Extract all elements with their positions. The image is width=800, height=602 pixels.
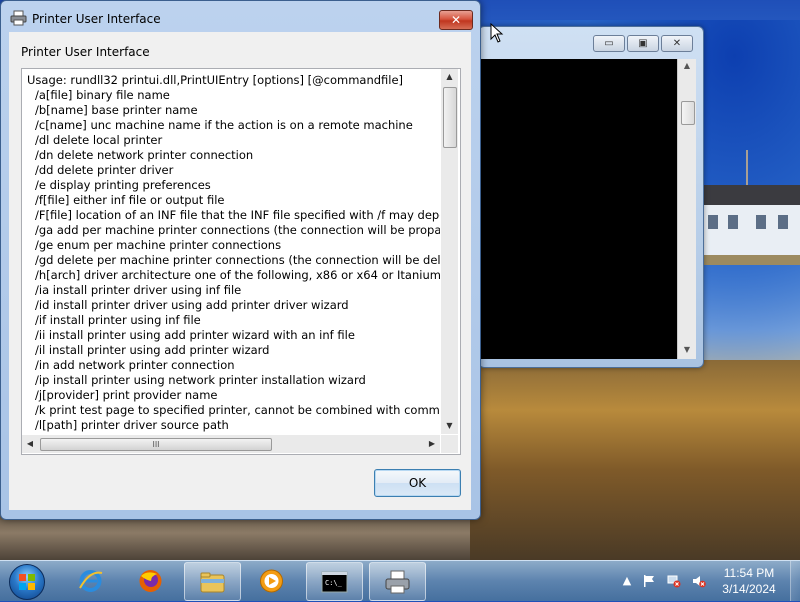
taskbar-clock[interactable]: 11:54 PM 3/14/2024 [707, 565, 791, 597]
dialog-title: Printer User Interface [32, 12, 161, 26]
usage-option-line: /a[file] binary file name [35, 88, 170, 102]
usage-option-line: /ip install printer using network printe… [35, 373, 366, 387]
mouse-cursor-icon [490, 23, 504, 43]
usage-text[interactable]: Usage: rundll32 printui.dll,PrintUIEntry… [22, 69, 440, 434]
usage-option-line: /if install printer using inf file [35, 313, 201, 327]
taskbar-item-media-player[interactable] [244, 562, 299, 599]
dialog-client-area: Printer User Interface Usage: rundll32 p… [9, 32, 471, 510]
volume-muted-icon[interactable] [692, 574, 706, 588]
usage-option-line: /gd delete per machine printer connectio… [35, 253, 440, 267]
usage-header-line: Usage: rundll32 printui.dll,PrintUIEntry… [27, 73, 404, 87]
usage-option-line: /l[path] printer driver source path [35, 418, 229, 432]
firefox-icon [139, 570, 162, 592]
taskbar-item-explorer[interactable] [184, 562, 241, 601]
usage-option-line: /f[file] either inf file or output file [35, 193, 225, 207]
usage-option-line: /ga add per machine printer connections … [35, 223, 440, 237]
network-disconnected-icon[interactable] [667, 574, 681, 588]
usage-horizontal-thumb[interactable]: III [40, 438, 272, 451]
console-window[interactable]: ▭ ▣ ✕ ▲ ▼ [478, 26, 704, 368]
usage-option-line: /j[provider] print provider name [35, 388, 218, 402]
usage-option-line: /b[name] base printer name [35, 103, 198, 117]
usage-option-line: /h[arch] driver architecture one of the … [35, 268, 440, 282]
scroll-up-icon[interactable]: ▲ [678, 61, 696, 70]
scroll-down-icon[interactable]: ▼ [441, 418, 458, 434]
dialog-titlebar[interactable]: Printer User Interface ✕ [1, 1, 480, 35]
desktop-wallpaper-rocks [0, 515, 470, 560]
usage-vertical-thumb[interactable] [443, 87, 457, 148]
usage-horizontal-scrollbar[interactable]: ◀ III ▶ [22, 435, 440, 453]
console-close-button[interactable]: ✕ [661, 35, 693, 52]
media-player-icon [260, 569, 283, 593]
ok-button[interactable]: OK [374, 469, 461, 497]
usage-option-line: /F[file] location of an INF file that th… [35, 208, 440, 222]
folder-icon [200, 572, 225, 593]
windows-logo-icon [9, 564, 45, 600]
taskbar-item-command-prompt[interactable]: C:\_ [306, 562, 363, 601]
console-scroll-thumb[interactable] [681, 101, 695, 125]
taskbar-item-printer[interactable] [369, 562, 426, 601]
console-maximize-button[interactable]: ▣ [627, 35, 659, 52]
clock-time: 11:54 PM [723, 566, 775, 580]
usage-option-line: /dn delete network printer connection [35, 148, 254, 162]
taskbar-item-firefox[interactable] [123, 562, 178, 599]
action-center-flag-icon[interactable] [642, 574, 656, 588]
printer-icon [10, 10, 27, 26]
printer-ui-dialog: Printer User Interface ✕ Printer User In… [0, 0, 481, 520]
usage-option-line: /c[name] unc machine name if the action … [35, 118, 413, 132]
taskbar: C:\_ ▲ 11:54 PM 3/14/2024 [0, 560, 800, 601]
minimize-icon: ▭ [604, 38, 614, 49]
dialog-heading: Printer User Interface [21, 45, 150, 59]
show-desktop-button[interactable] [790, 561, 800, 601]
console-output[interactable] [481, 59, 677, 359]
close-icon: ✕ [450, 13, 462, 27]
desktop-wallpaper-field [470, 360, 800, 560]
scrollbar-corner [441, 435, 458, 453]
close-icon: ✕ [672, 38, 682, 49]
usage-option-line: /ii install printer using add printer wi… [35, 328, 355, 342]
printer-icon [385, 570, 410, 594]
taskbar-item-internet-explorer[interactable] [63, 562, 118, 599]
clock-date: 3/14/2024 [722, 582, 776, 596]
console-vertical-scrollbar[interactable]: ▲ ▼ [677, 59, 696, 359]
usage-option-line: /e display printing preferences [35, 178, 211, 192]
wallpaper-house [700, 185, 800, 275]
start-button[interactable] [4, 562, 48, 600]
maximize-icon: ▣ [638, 38, 648, 49]
scroll-left-icon[interactable]: ◀ [22, 435, 38, 453]
scroll-down-icon[interactable]: ▼ [678, 345, 696, 354]
usage-option-line: /ia install printer driver using inf fil… [35, 283, 242, 297]
usage-vertical-scrollbar[interactable]: ▲ ▼ [441, 69, 458, 434]
dialog-close-button[interactable]: ✕ [439, 10, 473, 30]
console-minimize-button[interactable]: ▭ [593, 35, 625, 52]
console-window-controls: ▭ ▣ ✕ [591, 35, 693, 52]
usage-option-line: /dl delete local printer [35, 133, 163, 147]
usage-option-line: /k print test page to specified printer,… [35, 403, 440, 417]
usage-option-line: /il install printer using add printer wi… [35, 343, 270, 357]
show-hidden-icons-icon[interactable]: ▲ [620, 574, 634, 588]
usage-option-line: /in add network printer connection [35, 358, 235, 372]
ie-icon [79, 570, 103, 592]
usage-textbox[interactable]: Usage: rundll32 printui.dll,PrintUIEntry… [21, 68, 461, 455]
usage-option-line: /dd delete printer driver [35, 163, 174, 177]
svg-text:C:\_: C:\_ [325, 579, 343, 587]
scroll-right-icon[interactable]: ▶ [424, 435, 440, 453]
scroll-up-icon[interactable]: ▲ [441, 69, 458, 85]
cmd-icon: C:\_ [321, 571, 348, 593]
usage-option-line: /ge enum per machine printer connections [35, 238, 282, 252]
usage-option-line: /id install printer driver using add pri… [35, 298, 349, 312]
